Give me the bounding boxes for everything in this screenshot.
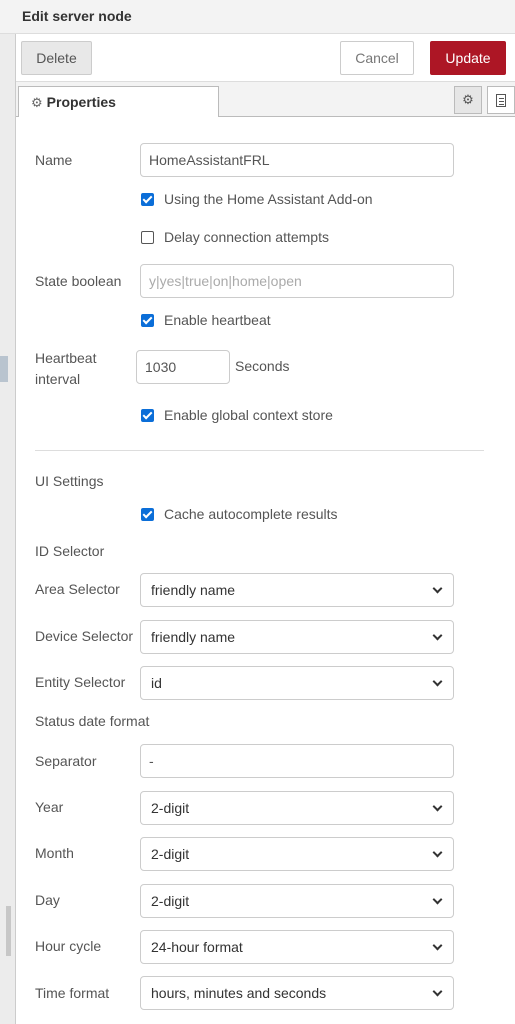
document-icon bbox=[496, 93, 506, 107]
time-format-label: Time format bbox=[35, 985, 110, 1001]
cache-label: Cache autocomplete results bbox=[164, 506, 338, 522]
chevron-down-icon bbox=[432, 940, 443, 950]
seconds-label: Seconds bbox=[235, 358, 290, 374]
time-format-value: hours, minutes and seconds bbox=[151, 985, 327, 1001]
resize-handle[interactable] bbox=[6, 906, 11, 956]
gear-icon: ⚙ bbox=[462, 92, 474, 107]
cache-checkbox-row[interactable]: Cache autocomplete results bbox=[141, 506, 338, 522]
settings-tab-button[interactable]: ⚙ bbox=[454, 86, 482, 114]
chevron-down-icon bbox=[432, 676, 443, 686]
chevron-down-icon bbox=[432, 583, 443, 593]
device-selector-value: friendly name bbox=[151, 629, 236, 645]
addon-label: Using the Home Assistant Add-on bbox=[164, 191, 373, 207]
delay-label: Delay connection attempts bbox=[164, 229, 329, 245]
year-select[interactable]: 2-digit bbox=[140, 791, 454, 825]
entity-selector-value: id bbox=[151, 675, 162, 691]
area-selector-value: friendly name bbox=[151, 582, 236, 598]
delete-button[interactable]: Delete bbox=[21, 41, 92, 75]
properties-panel: Name HomeAssistantFRL Using the Home Ass… bbox=[16, 117, 515, 1024]
day-value: 2-digit bbox=[151, 893, 190, 909]
chevron-down-icon bbox=[432, 801, 443, 811]
addon-checkbox-row[interactable]: Using the Home Assistant Add-on bbox=[141, 191, 373, 207]
addon-checkbox[interactable] bbox=[141, 192, 154, 206]
separator-label: Separator bbox=[35, 753, 97, 769]
state-boolean-input[interactable]: y|yes|true|on|home|open bbox=[140, 264, 454, 298]
area-selector-select[interactable]: friendly name bbox=[140, 573, 454, 607]
delay-checkbox[interactable] bbox=[141, 230, 154, 244]
chevron-down-icon bbox=[432, 894, 443, 904]
tab-properties-label: Properties bbox=[46, 94, 116, 110]
separator-input[interactable]: - bbox=[140, 744, 454, 778]
status-date-format-heading: Status date format bbox=[35, 713, 150, 729]
chevron-down-icon bbox=[432, 847, 443, 857]
entity-selector-select[interactable]: id bbox=[140, 666, 454, 700]
global-context-label: Enable global context store bbox=[164, 407, 333, 423]
month-select[interactable]: 2-digit bbox=[140, 837, 454, 871]
tab-properties[interactable]: ⚙ Properties bbox=[18, 86, 219, 118]
canvas-node-fragment bbox=[0, 356, 8, 382]
heartbeat-label: Enable heartbeat bbox=[164, 312, 271, 328]
month-value: 2-digit bbox=[151, 846, 190, 862]
year-label: Year bbox=[35, 799, 64, 815]
name-label: Name bbox=[35, 152, 73, 168]
day-label: Day bbox=[35, 892, 60, 908]
heartbeat-checkbox-row[interactable]: Enable heartbeat bbox=[141, 312, 271, 328]
heartbeat-checkbox[interactable] bbox=[141, 313, 154, 327]
month-label: Month bbox=[35, 845, 74, 861]
section-divider bbox=[35, 450, 484, 451]
cache-checkbox[interactable] bbox=[141, 507, 154, 521]
heartbeat-interval-label-2: interval bbox=[35, 371, 81, 387]
global-context-checkbox[interactable] bbox=[141, 408, 154, 422]
canvas-edge bbox=[0, 34, 16, 1024]
hour-cycle-value: 24-hour format bbox=[151, 939, 243, 955]
name-input[interactable]: HomeAssistantFRL bbox=[140, 143, 454, 177]
time-format-select[interactable]: hours, minutes and seconds bbox=[140, 976, 454, 1010]
id-selector-heading: ID Selector bbox=[35, 543, 105, 559]
hour-cycle-select[interactable]: 24-hour format bbox=[140, 930, 454, 964]
state-boolean-label: State boolean bbox=[35, 273, 122, 289]
chevron-down-icon bbox=[432, 986, 443, 996]
device-selector-select[interactable]: friendly name bbox=[140, 620, 454, 654]
global-context-checkbox-row[interactable]: Enable global context store bbox=[141, 407, 333, 423]
day-select[interactable]: 2-digit bbox=[140, 884, 454, 918]
year-value: 2-digit bbox=[151, 800, 190, 816]
dialog-title: Edit server node bbox=[0, 0, 515, 34]
chevron-down-icon bbox=[432, 630, 443, 640]
gear-icon: ⚙ bbox=[31, 95, 43, 110]
tab-bar: ⚙ Properties ⚙ bbox=[16, 82, 515, 118]
description-tab-button[interactable] bbox=[487, 86, 515, 114]
entity-selector-label: Entity Selector bbox=[35, 674, 126, 690]
area-selector-label: Area Selector bbox=[35, 581, 120, 597]
update-button[interactable]: Update bbox=[430, 41, 506, 75]
heartbeat-interval-label-1: Heartbeat bbox=[35, 350, 97, 366]
delay-checkbox-row[interactable]: Delay connection attempts bbox=[141, 229, 329, 245]
device-selector-label: Device Selector bbox=[35, 628, 134, 644]
ui-settings-heading: UI Settings bbox=[35, 473, 104, 489]
dialog-toolbar: Delete Cancel Update bbox=[16, 34, 515, 82]
cancel-button[interactable]: Cancel bbox=[340, 41, 414, 75]
hour-cycle-label: Hour cycle bbox=[35, 938, 102, 954]
heartbeat-interval-input[interactable]: 1030 bbox=[136, 350, 230, 384]
